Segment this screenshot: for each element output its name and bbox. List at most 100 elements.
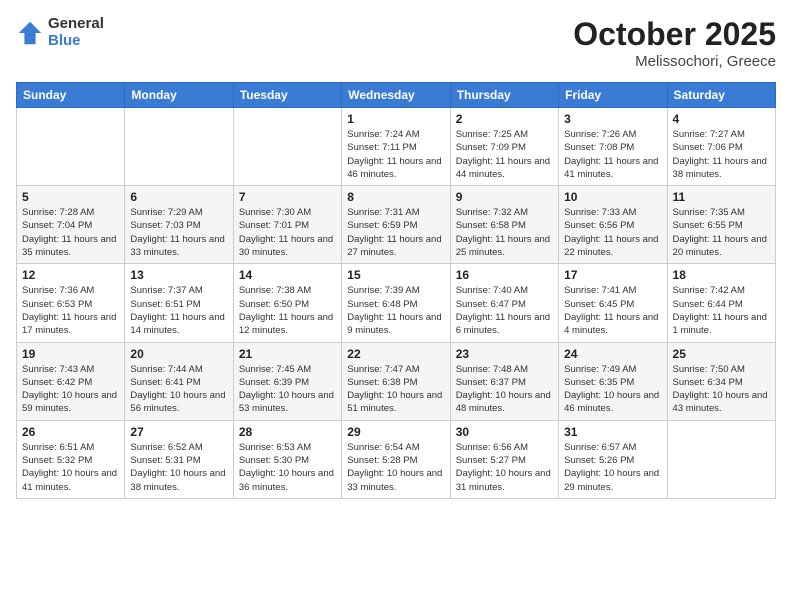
day-info: Sunrise: 7:47 AM Sunset: 6:38 PM Dayligh… [347,363,444,416]
day-number: 17 [564,268,661,282]
day-info: Sunrise: 7:39 AM Sunset: 6:48 PM Dayligh… [347,284,444,337]
day-info: Sunrise: 7:37 AM Sunset: 6:51 PM Dayligh… [130,284,227,337]
day-number: 10 [564,190,661,204]
location-label: Melissochori, Greece [573,53,776,70]
calendar-cell: 22 Sunrise: 7:47 AM Sunset: 6:38 PM Dayli… [342,342,450,420]
day-info: Sunrise: 7:43 AM Sunset: 6:42 PM Dayligh… [22,363,119,416]
day-info: Sunrise: 7:26 AM Sunset: 7:08 PM Dayligh… [564,128,661,181]
logo-text: General Blue [48,16,104,49]
day-number: 27 [130,425,227,439]
calendar-cell: 14Sunrise: 7:38 AM Sunset: 6:50 PM Dayli… [233,264,341,342]
calendar-header-row: SundayMondayTuesdayWednesdayThursdayFrid… [17,83,776,108]
day-number: 13 [130,268,227,282]
calendar-cell: 20 Sunrise: 7:44 AM Sunset: 6:41 PM Dayli… [125,342,233,420]
day-info: Sunrise: 6:51 AM Sunset: 5:32 PM Dayligh… [22,441,119,494]
calendar-cell: 5 Sunrise: 7:28 AM Sunset: 7:04 PM Daylig… [17,186,125,264]
day-info: Sunrise: 7:31 AM Sunset: 6:59 PM Dayligh… [347,206,444,259]
calendar-cell: 23Sunrise: 7:48 AM Sunset: 6:37 PM Dayli… [450,342,558,420]
logo: General Blue [16,16,104,49]
month-title: October 2025 [573,16,776,53]
calendar-cell: 1 Sunrise: 7:24 AM Sunset: 7:11 PM Daylig… [342,108,450,186]
calendar-week-row: 12Sunrise: 7:36 AM Sunset: 6:53 PM Dayli… [17,264,776,342]
day-number: 16 [456,268,553,282]
day-info: Sunrise: 7:35 AM Sunset: 6:55 PM Dayligh… [673,206,770,259]
day-number: 8 [347,190,444,204]
day-number: 22 [347,347,444,361]
day-info: Sunrise: 7:40 AM Sunset: 6:47 PM Dayligh… [456,284,553,337]
calendar-cell: 16 Sunrise: 7:40 AM Sunset: 6:47 PM Dayli… [450,264,558,342]
day-number: 6 [130,190,227,204]
calendar-cell: 15Sunrise: 7:39 AM Sunset: 6:48 PM Dayli… [342,264,450,342]
day-number: 19 [22,347,119,361]
calendar-cell: 7 Sunrise: 7:30 AM Sunset: 7:01 PM Daylig… [233,186,341,264]
calendar-week-row: 19 Sunrise: 7:43 AM Sunset: 6:42 PM Dayli… [17,342,776,420]
calendar-cell: 24Sunrise: 7:49 AM Sunset: 6:35 PM Dayli… [559,342,667,420]
day-number: 26 [22,425,119,439]
day-number: 11 [673,190,770,204]
day-number: 14 [239,268,336,282]
calendar-cell: 25Sunrise: 7:50 AM Sunset: 6:34 PM Dayli… [667,342,775,420]
calendar-cell: 9 Sunrise: 7:32 AM Sunset: 6:58 PM Daylig… [450,186,558,264]
day-number: 12 [22,268,119,282]
calendar-cell: 13 Sunrise: 7:37 AM Sunset: 6:51 PM Dayli… [125,264,233,342]
calendar-cell: 10 Sunrise: 7:33 AM Sunset: 6:56 PM Dayli… [559,186,667,264]
column-header-wednesday: Wednesday [342,83,450,108]
day-number: 9 [456,190,553,204]
day-number: 30 [456,425,553,439]
calendar-cell: 21Sunrise: 7:45 AM Sunset: 6:39 PM Dayli… [233,342,341,420]
day-info: Sunrise: 7:27 AM Sunset: 7:06 PM Dayligh… [673,128,770,181]
day-number: 7 [239,190,336,204]
calendar-cell: 31 Sunrise: 6:57 AM Sunset: 5:26 PM Dayli… [559,420,667,498]
title-block: October 2025 Melissochori, Greece [573,16,776,70]
calendar-cell [125,108,233,186]
calendar-cell: 11 Sunrise: 7:35 AM Sunset: 6:55 PM Dayli… [667,186,775,264]
calendar-cell: 27 Sunrise: 6:52 AM Sunset: 5:31 PM Dayli… [125,420,233,498]
day-number: 3 [564,112,661,126]
calendar-cell: 28Sunrise: 6:53 AM Sunset: 5:30 PM Dayli… [233,420,341,498]
day-number: 18 [673,268,770,282]
day-info: Sunrise: 7:44 AM Sunset: 6:41 PM Dayligh… [130,363,227,416]
logo-icon [16,19,44,47]
day-info: Sunrise: 7:33 AM Sunset: 6:56 PM Dayligh… [564,206,661,259]
calendar-cell [233,108,341,186]
day-info: Sunrise: 6:57 AM Sunset: 5:26 PM Dayligh… [564,441,661,494]
calendar-week-row: 5 Sunrise: 7:28 AM Sunset: 7:04 PM Daylig… [17,186,776,264]
calendar-cell: 4 Sunrise: 7:27 AM Sunset: 7:06 PM Daylig… [667,108,775,186]
calendar-cell [667,420,775,498]
day-number: 2 [456,112,553,126]
logo-general-label: General [48,16,104,33]
day-info: Sunrise: 6:56 AM Sunset: 5:27 PM Dayligh… [456,441,553,494]
column-header-sunday: Sunday [17,83,125,108]
calendar-cell: 3 Sunrise: 7:26 AM Sunset: 7:08 PM Daylig… [559,108,667,186]
calendar-cell: 29 Sunrise: 6:54 AM Sunset: 5:28 PM Dayli… [342,420,450,498]
day-info: Sunrise: 6:54 AM Sunset: 5:28 PM Dayligh… [347,441,444,494]
column-header-monday: Monday [125,83,233,108]
day-info: Sunrise: 7:32 AM Sunset: 6:58 PM Dayligh… [456,206,553,259]
day-number: 23 [456,347,553,361]
day-info: Sunrise: 7:49 AM Sunset: 6:35 PM Dayligh… [564,363,661,416]
day-number: 21 [239,347,336,361]
calendar-cell: 26 Sunrise: 6:51 AM Sunset: 5:32 PM Dayli… [17,420,125,498]
calendar-cell: 8 Sunrise: 7:31 AM Sunset: 6:59 PM Daylig… [342,186,450,264]
day-info: Sunrise: 7:30 AM Sunset: 7:01 PM Dayligh… [239,206,336,259]
column-header-saturday: Saturday [667,83,775,108]
calendar-cell: 12Sunrise: 7:36 AM Sunset: 6:53 PM Dayli… [17,264,125,342]
logo-blue-label: Blue [48,33,104,50]
calendar-week-row: 26 Sunrise: 6:51 AM Sunset: 5:32 PM Dayli… [17,420,776,498]
calendar-cell: 17Sunrise: 7:41 AM Sunset: 6:45 PM Dayli… [559,264,667,342]
day-number: 4 [673,112,770,126]
day-info: Sunrise: 7:50 AM Sunset: 6:34 PM Dayligh… [673,363,770,416]
day-info: Sunrise: 7:28 AM Sunset: 7:04 PM Dayligh… [22,206,119,259]
day-info: Sunrise: 7:24 AM Sunset: 7:11 PM Dayligh… [347,128,444,181]
calendar-cell: 6 Sunrise: 7:29 AM Sunset: 7:03 PM Daylig… [125,186,233,264]
day-number: 20 [130,347,227,361]
day-number: 29 [347,425,444,439]
day-number: 31 [564,425,661,439]
day-info: Sunrise: 6:52 AM Sunset: 5:31 PM Dayligh… [130,441,227,494]
calendar-table: SundayMondayTuesdayWednesdayThursdayFrid… [16,82,776,499]
day-info: Sunrise: 7:29 AM Sunset: 7:03 PM Dayligh… [130,206,227,259]
day-number: 5 [22,190,119,204]
column-header-tuesday: Tuesday [233,83,341,108]
day-number: 1 [347,112,444,126]
day-info: Sunrise: 7:42 AM Sunset: 6:44 PM Dayligh… [673,284,770,337]
